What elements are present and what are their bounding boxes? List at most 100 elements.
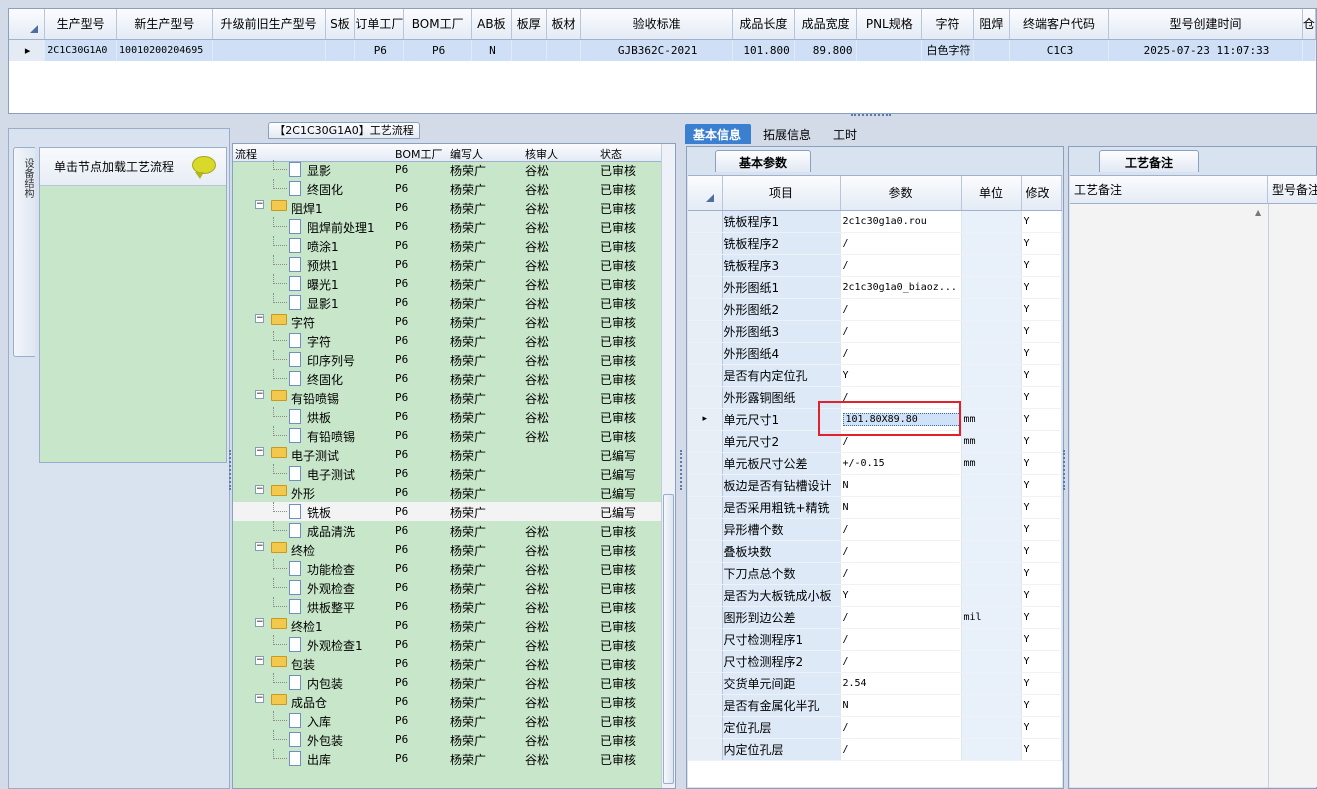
col-item[interactable]: 项目 <box>722 176 841 211</box>
param-cell[interactable]: N <box>840 474 962 497</box>
process-tree-node[interactable]: 入库 P6 杨荣广 谷松 已审核 <box>233 711 661 730</box>
param-row[interactable]: 叠板块数 / Y <box>688 540 1062 563</box>
collapse-toggle-icon[interactable]: − <box>255 542 264 551</box>
param-cell[interactable]: / <box>840 628 962 651</box>
col-header[interactable]: 仓 <box>1302 9 1317 40</box>
grid-cell[interactable] <box>973 39 1010 61</box>
process-tree-node[interactable]: 电子测试 P6 杨荣广 已编写 <box>233 464 661 483</box>
param-unit[interactable] <box>961 364 1022 387</box>
collapse-toggle-icon[interactable]: − <box>255 314 264 323</box>
param-unit[interactable] <box>961 650 1022 673</box>
param-modify[interactable]: Y <box>1021 672 1062 695</box>
param-modify[interactable]: Y <box>1021 386 1062 409</box>
param-modify[interactable]: Y <box>1021 606 1062 629</box>
col-param[interactable]: 参数 <box>840 176 962 211</box>
param-cell[interactable]: Y <box>840 364 962 387</box>
param-row[interactable]: 尺寸检测程序1/ Y <box>688 628 1062 651</box>
grid-cell[interactable] <box>546 39 582 61</box>
node-hint-header[interactable]: 单击节点加载工艺流程 <box>40 148 226 186</box>
tab-extended-info[interactable]: 拓展信息 <box>755 124 819 144</box>
row-indicator[interactable]: ▸ <box>688 408 723 431</box>
col-model-note[interactable]: 型号备注 <box>1268 176 1317 204</box>
process-tree-node[interactable]: 有铅喷锡 P6 杨荣广 谷松 已审核 <box>233 426 661 445</box>
param-value[interactable]: / <box>843 304 849 315</box>
grid-cell[interactable]: N <box>471 39 512 61</box>
col-header[interactable]: 板厚 <box>511 9 547 40</box>
grid-cell[interactable] <box>1302 39 1317 61</box>
param-value[interactable]: / <box>843 436 849 447</box>
param-modify[interactable]: Y <box>1021 408 1062 431</box>
param-modify[interactable]: Y <box>1021 628 1062 651</box>
param-row[interactable]: 板边是否有钻槽设计 N Y <box>688 474 1062 497</box>
param-unit[interactable] <box>961 562 1022 585</box>
param-row[interactable]: 铣板程序2/ Y <box>688 232 1062 255</box>
collapse-toggle-icon[interactable]: − <box>255 485 264 494</box>
row-indicator[interactable] <box>688 738 723 761</box>
param-unit[interactable] <box>961 474 1022 497</box>
row-indicator[interactable]: ▸ <box>9 39 46 61</box>
param-unit[interactable]: mm <box>961 430 1022 453</box>
param-unit[interactable] <box>961 584 1022 607</box>
param-row[interactable]: 定位孔层 / Y <box>688 716 1062 739</box>
param-modify[interactable]: Y <box>1021 430 1062 453</box>
row-indicator[interactable] <box>688 364 723 387</box>
param-modify[interactable]: Y <box>1021 320 1062 343</box>
param-row[interactable]: 外形图纸3/ Y <box>688 320 1062 343</box>
param-modify[interactable]: Y <box>1021 364 1062 387</box>
param-unit[interactable]: mm <box>961 408 1022 431</box>
grid-cell[interactable]: C1C3 <box>1009 39 1110 61</box>
collapse-toggle-icon[interactable]: − <box>255 390 264 399</box>
param-value[interactable]: N <box>843 480 849 491</box>
grid-cell[interactable]: 2025-07-23 11:07:33 <box>1108 39 1303 61</box>
process-tree-node[interactable]: 烘板 P6 杨荣广 谷松 已审核 <box>233 407 661 426</box>
param-cell[interactable]: Y <box>840 584 962 607</box>
param-cell[interactable]: / <box>840 716 962 739</box>
param-row[interactable]: 是否有内定位孔 Y Y <box>688 364 1062 387</box>
param-row[interactable]: 交货单元间距 2.54 Y <box>688 672 1062 695</box>
param-unit[interactable] <box>961 540 1022 563</box>
col-header[interactable]: 阻焊 <box>973 9 1010 40</box>
subtab-basic-params[interactable]: 基本参数 <box>715 150 811 172</box>
param-row[interactable]: 是否为大板铣成小板 Y Y <box>688 584 1062 607</box>
param-value[interactable]: 2.54 <box>843 678 867 689</box>
param-value[interactable]: Y <box>843 370 849 381</box>
param-modify[interactable]: Y <box>1021 650 1062 673</box>
param-cell[interactable]: / <box>840 738 962 761</box>
tab-work-hours[interactable]: 工时 <box>825 124 865 144</box>
col-header[interactable]: BOM工厂 <box>403 9 473 40</box>
param-cell[interactable]: / <box>840 650 962 673</box>
param-unit[interactable] <box>961 738 1022 761</box>
col-header[interactable]: 成品宽度 <box>794 9 858 40</box>
process-tree-node[interactable]: 显影 P6 杨荣广 谷松 已审核 <box>233 160 661 179</box>
collapse-toggle-icon[interactable]: − <box>255 618 264 627</box>
right-splitter[interactable] <box>1063 440 1067 500</box>
grid-cell[interactable]: P6 <box>354 39 405 61</box>
grid-cell[interactable]: 10010200204695 <box>116 39 213 61</box>
param-cell[interactable]: 2c1c30g1a0.rou <box>840 210 962 233</box>
param-value[interactable]: / <box>843 546 849 557</box>
param-modify[interactable]: Y <box>1021 276 1062 299</box>
param-unit[interactable] <box>961 342 1022 365</box>
param-value[interactable]: / <box>843 722 849 733</box>
param-value[interactable]: / <box>843 634 849 645</box>
scroll-up-arrow-icon[interactable]: ▲ <box>1255 208 1261 217</box>
param-modify[interactable]: Y <box>1021 452 1062 475</box>
process-tree-node[interactable]: 字符 P6 杨荣广 谷松 已审核 <box>233 331 661 350</box>
row-indicator[interactable] <box>688 386 723 409</box>
col-header[interactable]: 成品长度 <box>732 9 795 40</box>
process-tree-node[interactable]: 阻焊前处理1 P6 杨荣广 谷松 已审核 <box>233 217 661 236</box>
process-tree-node[interactable]: − 终检1 P6 杨荣广 谷松 已审核 <box>233 616 661 635</box>
grid-cell[interactable]: 101.800 <box>732 39 795 61</box>
param-row[interactable]: 单元板尺寸公差 +/-0.15 mm Y <box>688 452 1062 475</box>
process-tree-node[interactable]: − 包装 P6 杨荣广 谷松 已审核 <box>233 654 661 673</box>
param-modify[interactable]: Y <box>1021 562 1062 585</box>
col-modify[interactable]: 修改 <box>1021 176 1062 211</box>
param-cell[interactable]: / <box>840 540 962 563</box>
param-cell[interactable]: / <box>840 606 962 629</box>
row-indicator[interactable] <box>688 540 723 563</box>
param-unit[interactable] <box>961 298 1022 321</box>
param-row[interactable]: 下刀点总个数 / Y <box>688 562 1062 585</box>
param-unit[interactable] <box>961 672 1022 695</box>
grid-cell[interactable]: P6 <box>403 39 473 61</box>
row-indicator[interactable] <box>688 716 723 739</box>
